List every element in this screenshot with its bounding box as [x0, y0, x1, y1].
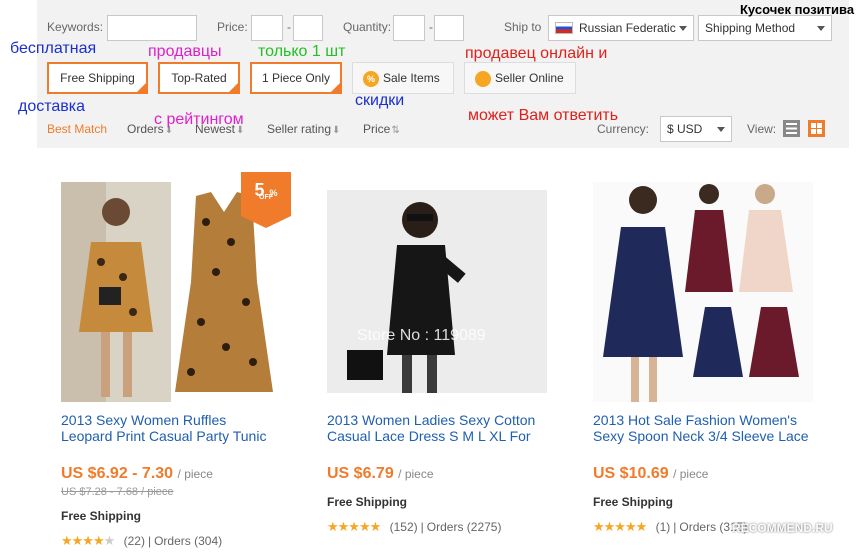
arrow-down-icon: ⬇: [332, 125, 341, 136]
russia-flag-icon: [555, 22, 573, 34]
annotation-rated-1: продавцы: [148, 43, 222, 60]
rating-stars: ★★★★★: [61, 533, 115, 548]
sort-seller-rating[interactable]: Seller rating⬇: [267, 122, 340, 136]
price-max-input[interactable]: [293, 15, 323, 41]
checked-corner-icon: [229, 83, 238, 92]
seller-online-icon: [475, 71, 491, 87]
sort-seller-rating-label: Seller rating: [267, 122, 332, 136]
sale-items-filter[interactable]: % Sale Items: [352, 62, 454, 94]
store-watermark: Store No : 119089: [357, 327, 486, 344]
product-2-reviews[interactable]: (152): [390, 520, 418, 534]
annotation-top-right: Кусочек позитива: [740, 2, 855, 17]
product-2-unit: / piece: [398, 467, 434, 481]
annotation-free-1: бесплатная: [10, 40, 97, 57]
product-3-reviews[interactable]: (1): [656, 520, 671, 534]
discount-icon: %: [363, 71, 379, 87]
free-shipping-label: Free Shipping: [60, 71, 135, 85]
one-piece-label: 1 Piece Only: [261, 71, 331, 85]
list-view-icon[interactable]: [783, 120, 800, 137]
top-rated-filter[interactable]: Top-Rated: [158, 62, 240, 94]
sale-items-label: Sale Items: [383, 71, 440, 85]
product-3-photo[interactable]: [593, 182, 813, 402]
product-1-price: US $6.92 - 7.30 / piece: [61, 465, 213, 483]
product-2-price: US $6.79 / piece: [327, 465, 434, 483]
black-lace-dress-image: [327, 190, 547, 393]
product-2-orders[interactable]: Orders (2275): [427, 520, 502, 534]
free-shipping-filter[interactable]: Free Shipping: [47, 62, 148, 94]
keywords-input[interactable]: [107, 15, 197, 41]
sort-arrows-icon: ⇅: [391, 125, 400, 136]
seller-online-filter[interactable]: Seller Online: [464, 62, 576, 94]
product-2-title-line1: 2013 Women Ladies Sexy Cotton: [327, 412, 536, 428]
price-dash: -: [287, 20, 291, 34]
annotation-one-piece: только 1 шт: [258, 43, 346, 60]
currency-value: $ USD: [667, 122, 703, 136]
shipping-method-select[interactable]: Shipping Method: [698, 15, 832, 41]
product-1-reviews[interactable]: (22): [124, 534, 145, 548]
quantity-dash: -: [429, 20, 433, 34]
price-label: Price:: [217, 20, 248, 34]
keywords-label: Keywords:: [47, 20, 104, 34]
annotation-discounts: скидки: [355, 92, 405, 109]
product-1-title[interactable]: 2013 Sexy Women Ruffles Leopard Print Ca…: [61, 412, 311, 444]
product-2-title-line2: Casual Lace Dress S M L XL For: [327, 428, 531, 444]
annotation-seller-1: продавец онлайн и: [465, 45, 608, 62]
sort-best-match[interactable]: Best Match: [47, 122, 107, 136]
product-1-price-value: US $6.92 - 7.30: [61, 465, 174, 482]
product-3-unit: / piece: [673, 467, 709, 481]
one-piece-filter[interactable]: 1 Piece Only: [250, 62, 342, 94]
product-3-price-value: US $10.69: [593, 465, 669, 482]
product-3-price: US $10.69 / piece: [593, 465, 708, 483]
discount-badge: 5 % OFF: [241, 172, 291, 228]
product-2-price-value: US $6.79: [327, 465, 394, 482]
seller-online-label: Seller Online: [495, 71, 564, 85]
shipping-method-value: Shipping Method: [705, 21, 796, 35]
product-1-unit: / piece: [177, 467, 213, 481]
checked-corner-icon: [137, 83, 146, 92]
product-3-rating-row: ★★★★★ (1) | Orders (315): [593, 519, 748, 534]
product-1-shipping: Free Shipping: [61, 509, 142, 523]
grid-view-icon[interactable]: [808, 120, 825, 137]
product-1-old-price: US $7.28 - 7.68 / piece: [61, 486, 174, 498]
checked-corner-icon: [331, 83, 340, 92]
product-1-orders[interactable]: Orders (304): [154, 534, 222, 548]
chevron-down-icon: [717, 127, 725, 132]
product-1-title-line2: Leopard Print Casual Party Tunic: [61, 428, 267, 444]
leopard-dress-model-image: [61, 182, 171, 402]
chevron-down-icon: [679, 26, 687, 31]
product-2-title[interactable]: 2013 Women Ladies Sexy Cotton Casual Lac…: [327, 412, 577, 444]
chevron-down-icon: [817, 26, 825, 31]
view-label: View:: [747, 122, 777, 136]
product-2-rating-row: ★★★★★ (152) | Orders (2275): [327, 519, 502, 534]
product-3-title-line1: 2013 Hot Sale Fashion Women's: [593, 412, 797, 428]
product-3-title-line2: Sexy Spoon Neck 3/4 Sleeve Lace: [593, 428, 809, 444]
quantity-max-input[interactable]: [434, 15, 464, 41]
rating-stars: ★★★★★: [327, 519, 381, 534]
ship-to-label: Ship to: [504, 20, 542, 34]
badge-off-label: OFF: [259, 194, 273, 201]
product-2-shipping: Free Shipping: [327, 495, 408, 509]
annotation-seller-2: может Вам ответить: [468, 107, 619, 124]
sort-price-label: Price: [363, 122, 391, 136]
price-min-input[interactable]: [251, 15, 283, 41]
site-watermark: RECOMMEND.RU: [732, 521, 833, 535]
product-2-photo[interactable]: [327, 190, 547, 393]
sort-price[interactable]: Price⇅: [363, 122, 400, 136]
ship-to-select[interactable]: Russian Federatic: [548, 15, 694, 41]
product-3-shipping: Free Shipping: [593, 495, 674, 509]
annotation-rated-2: с рейтингом: [154, 111, 244, 128]
product-1-rating-row: ★★★★★ (22) | Orders (304): [61, 533, 223, 548]
quantity-label: Quantity:: [343, 20, 392, 34]
quantity-min-input[interactable]: [393, 15, 425, 41]
currency-select[interactable]: $ USD: [660, 116, 732, 142]
product-1-title-line1: 2013 Sexy Women Ruffles: [61, 412, 227, 428]
product-3-title[interactable]: 2013 Hot Sale Fashion Women's Sexy Spoon…: [593, 412, 843, 444]
product-1-model-photo[interactable]: [61, 182, 171, 402]
lace-dress-variants-image: [593, 182, 813, 402]
ship-to-value: Russian Federatic: [579, 21, 676, 35]
top-rated-label: Top-Rated: [171, 71, 227, 85]
rating-stars: ★★★★★: [593, 519, 647, 534]
annotation-free-2: доставка: [18, 98, 86, 115]
